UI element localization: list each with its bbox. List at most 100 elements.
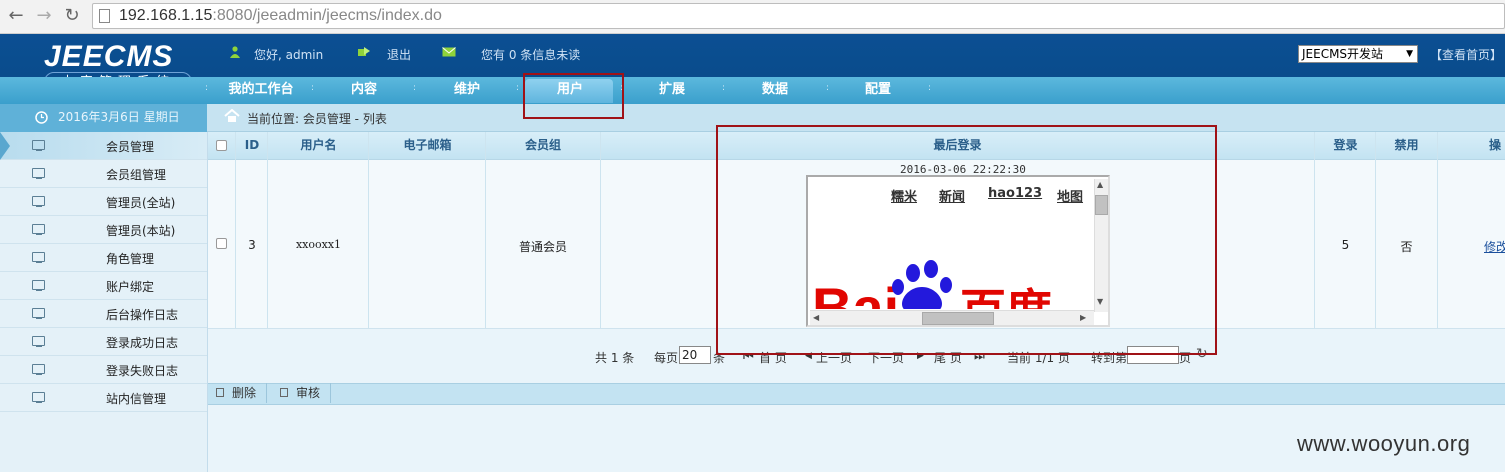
site-select[interactable]: JEECMS开发站 ▼ xyxy=(1298,45,1418,63)
sidebar-item-label: 会员组管理 xyxy=(106,168,167,182)
pagination-total: 共 1 条 xyxy=(595,351,635,365)
nav-separator: : xyxy=(516,83,520,93)
delete-button-label: 删除 xyxy=(232,386,257,400)
greeting-text: 您好, admin xyxy=(254,48,324,62)
monitor-icon xyxy=(32,280,45,291)
sidebar-item-admin-global[interactable]: 管理员(全站) xyxy=(0,188,207,216)
monitor-icon xyxy=(32,392,45,403)
column-divider xyxy=(235,132,236,328)
audit-button[interactable]: 审核 xyxy=(272,383,332,403)
sidebar-item-login-success-log[interactable]: 登录成功日志 xyxy=(0,328,207,356)
sidebar-item-account-binding[interactable]: 账户绑定 xyxy=(0,272,207,300)
nav-separator: : xyxy=(311,83,315,93)
watermark: www.wooyun.org xyxy=(1297,431,1471,456)
column-header-disabled[interactable]: 禁用 xyxy=(1376,132,1437,159)
column-header-id[interactable]: ID xyxy=(236,132,268,159)
clock-icon xyxy=(35,111,48,124)
audit-icon xyxy=(280,388,288,397)
cell-username: xxooxx1 xyxy=(295,238,342,251)
sidebar-item-member-manage[interactable]: 会员管理 xyxy=(0,132,207,160)
nav-separator: : xyxy=(928,83,932,93)
url-host: 192.168.1.15 xyxy=(119,7,213,24)
column-header-actions[interactable]: 操 xyxy=(1480,132,1505,159)
cell-email xyxy=(369,238,486,252)
delete-icon xyxy=(216,388,224,397)
nav-separator: : xyxy=(205,83,209,93)
audit-button-label: 审核 xyxy=(296,386,321,400)
nav-tab-config[interactable]: 配置 xyxy=(851,77,905,104)
dropdown-arrow-icon: ▼ xyxy=(1406,49,1413,59)
column-divider xyxy=(1437,132,1438,328)
sidebar-item-roles[interactable]: 角色管理 xyxy=(0,244,207,272)
sidebar-item-label: 登录失败日志 xyxy=(106,364,179,378)
per-page-label: 每页 xyxy=(654,351,679,365)
per-page-input[interactable]: 20 xyxy=(679,346,711,364)
message-icon[interactable] xyxy=(442,46,456,58)
sidebar-item-admin-site[interactable]: 管理员(本站) xyxy=(0,216,207,244)
row-checkbox[interactable] xyxy=(216,238,227,249)
url-path: :8080/jeeadmin/jeecms/index.do xyxy=(212,7,442,24)
column-header-group[interactable]: 会员组 xyxy=(486,132,600,159)
nav-separator: : xyxy=(826,83,830,93)
forward-icon[interactable]: → xyxy=(34,5,54,27)
column-header-logins[interactable]: 登录 xyxy=(1315,132,1376,159)
sidebar-item-label: 后台操作日志 xyxy=(106,308,179,322)
logo-text: JEECMS xyxy=(44,40,174,73)
logout-link[interactable]: 退出 xyxy=(387,46,411,63)
select-all-checkbox[interactable] xyxy=(216,140,227,151)
column-divider xyxy=(267,132,268,328)
user-icon xyxy=(230,46,240,58)
sidebar-item-label: 管理员(全站) xyxy=(106,196,176,210)
monitor-icon xyxy=(32,364,45,375)
nav-separator: : xyxy=(413,83,417,93)
bottom-toolbar xyxy=(208,383,1505,405)
nav-tab-extend[interactable]: 扩展 xyxy=(645,77,699,104)
home-icon xyxy=(224,109,240,122)
annotation-box-last-login xyxy=(716,125,1217,355)
monitor-icon xyxy=(32,140,45,151)
monitor-icon xyxy=(32,196,45,207)
column-header-email[interactable]: 电子邮箱 xyxy=(369,132,486,159)
sidebar-item-login-fail-log[interactable]: 登录失败日志 xyxy=(0,356,207,384)
column-divider xyxy=(1375,132,1376,328)
address-bar[interactable]: 192.168.1.15:8080/jeeadmin/jeecms/index.… xyxy=(92,3,1505,29)
column-divider xyxy=(485,132,486,328)
site-select-value: JEECMS开发站 xyxy=(1302,47,1384,61)
back-icon[interactable]: ← xyxy=(6,5,26,27)
nav-separator: : xyxy=(722,83,726,93)
column-divider xyxy=(1314,132,1315,328)
sidebar-item-messages[interactable]: 站内信管理 xyxy=(0,384,207,412)
cell-id: 3 xyxy=(248,238,256,252)
monitor-icon xyxy=(32,224,45,235)
page-icon xyxy=(99,9,110,23)
messages-text[interactable]: 您有 0 条信息未读 xyxy=(481,46,580,63)
monitor-icon xyxy=(32,168,45,179)
date-bar: 2016年3月6日 星期日 xyxy=(0,104,207,132)
nav-tab-data[interactable]: 数据 xyxy=(748,77,802,104)
column-divider xyxy=(368,132,369,328)
sidebar-item-label: 登录成功日志 xyxy=(106,336,179,350)
cell-disabled: 否 xyxy=(1400,240,1413,254)
reload-icon[interactable]: ↻ xyxy=(62,5,82,27)
date-text: 2016年3月6日 星期日 xyxy=(58,110,180,124)
url-text: 192.168.1.15:8080/jeeadmin/jeecms/index.… xyxy=(119,7,442,25)
nav-tab-workbench[interactable]: 我的工作台 xyxy=(220,77,302,104)
annotation-box-user-tab xyxy=(523,73,624,119)
view-home-link[interactable]: 【查看首页】 xyxy=(1430,46,1502,63)
column-header-username[interactable]: 用户名 xyxy=(268,132,369,159)
nav-tab-content[interactable]: 内容 xyxy=(335,77,393,104)
sidebar-item-label: 站内信管理 xyxy=(106,392,167,406)
sidebar-item-label: 会员管理 xyxy=(106,140,155,154)
breadcrumb: 当前位置: 会员管理 - 列表 xyxy=(247,112,387,126)
sidebar-item-label: 账户绑定 xyxy=(106,280,155,294)
nav-tab-maintain[interactable]: 维护 xyxy=(440,77,494,104)
monitor-icon xyxy=(32,252,45,263)
logout-icon[interactable] xyxy=(357,46,371,58)
monitor-icon xyxy=(32,336,45,347)
sidebar-item-label: 角色管理 xyxy=(106,252,155,266)
delete-button[interactable]: 删除 xyxy=(208,383,268,403)
sidebar-item-member-group[interactable]: 会员组管理 xyxy=(0,160,207,188)
cell-logins: 5 xyxy=(1341,238,1350,252)
edit-link[interactable]: 修改 xyxy=(1484,238,1505,254)
sidebar-item-operation-log[interactable]: 后台操作日志 xyxy=(0,300,207,328)
